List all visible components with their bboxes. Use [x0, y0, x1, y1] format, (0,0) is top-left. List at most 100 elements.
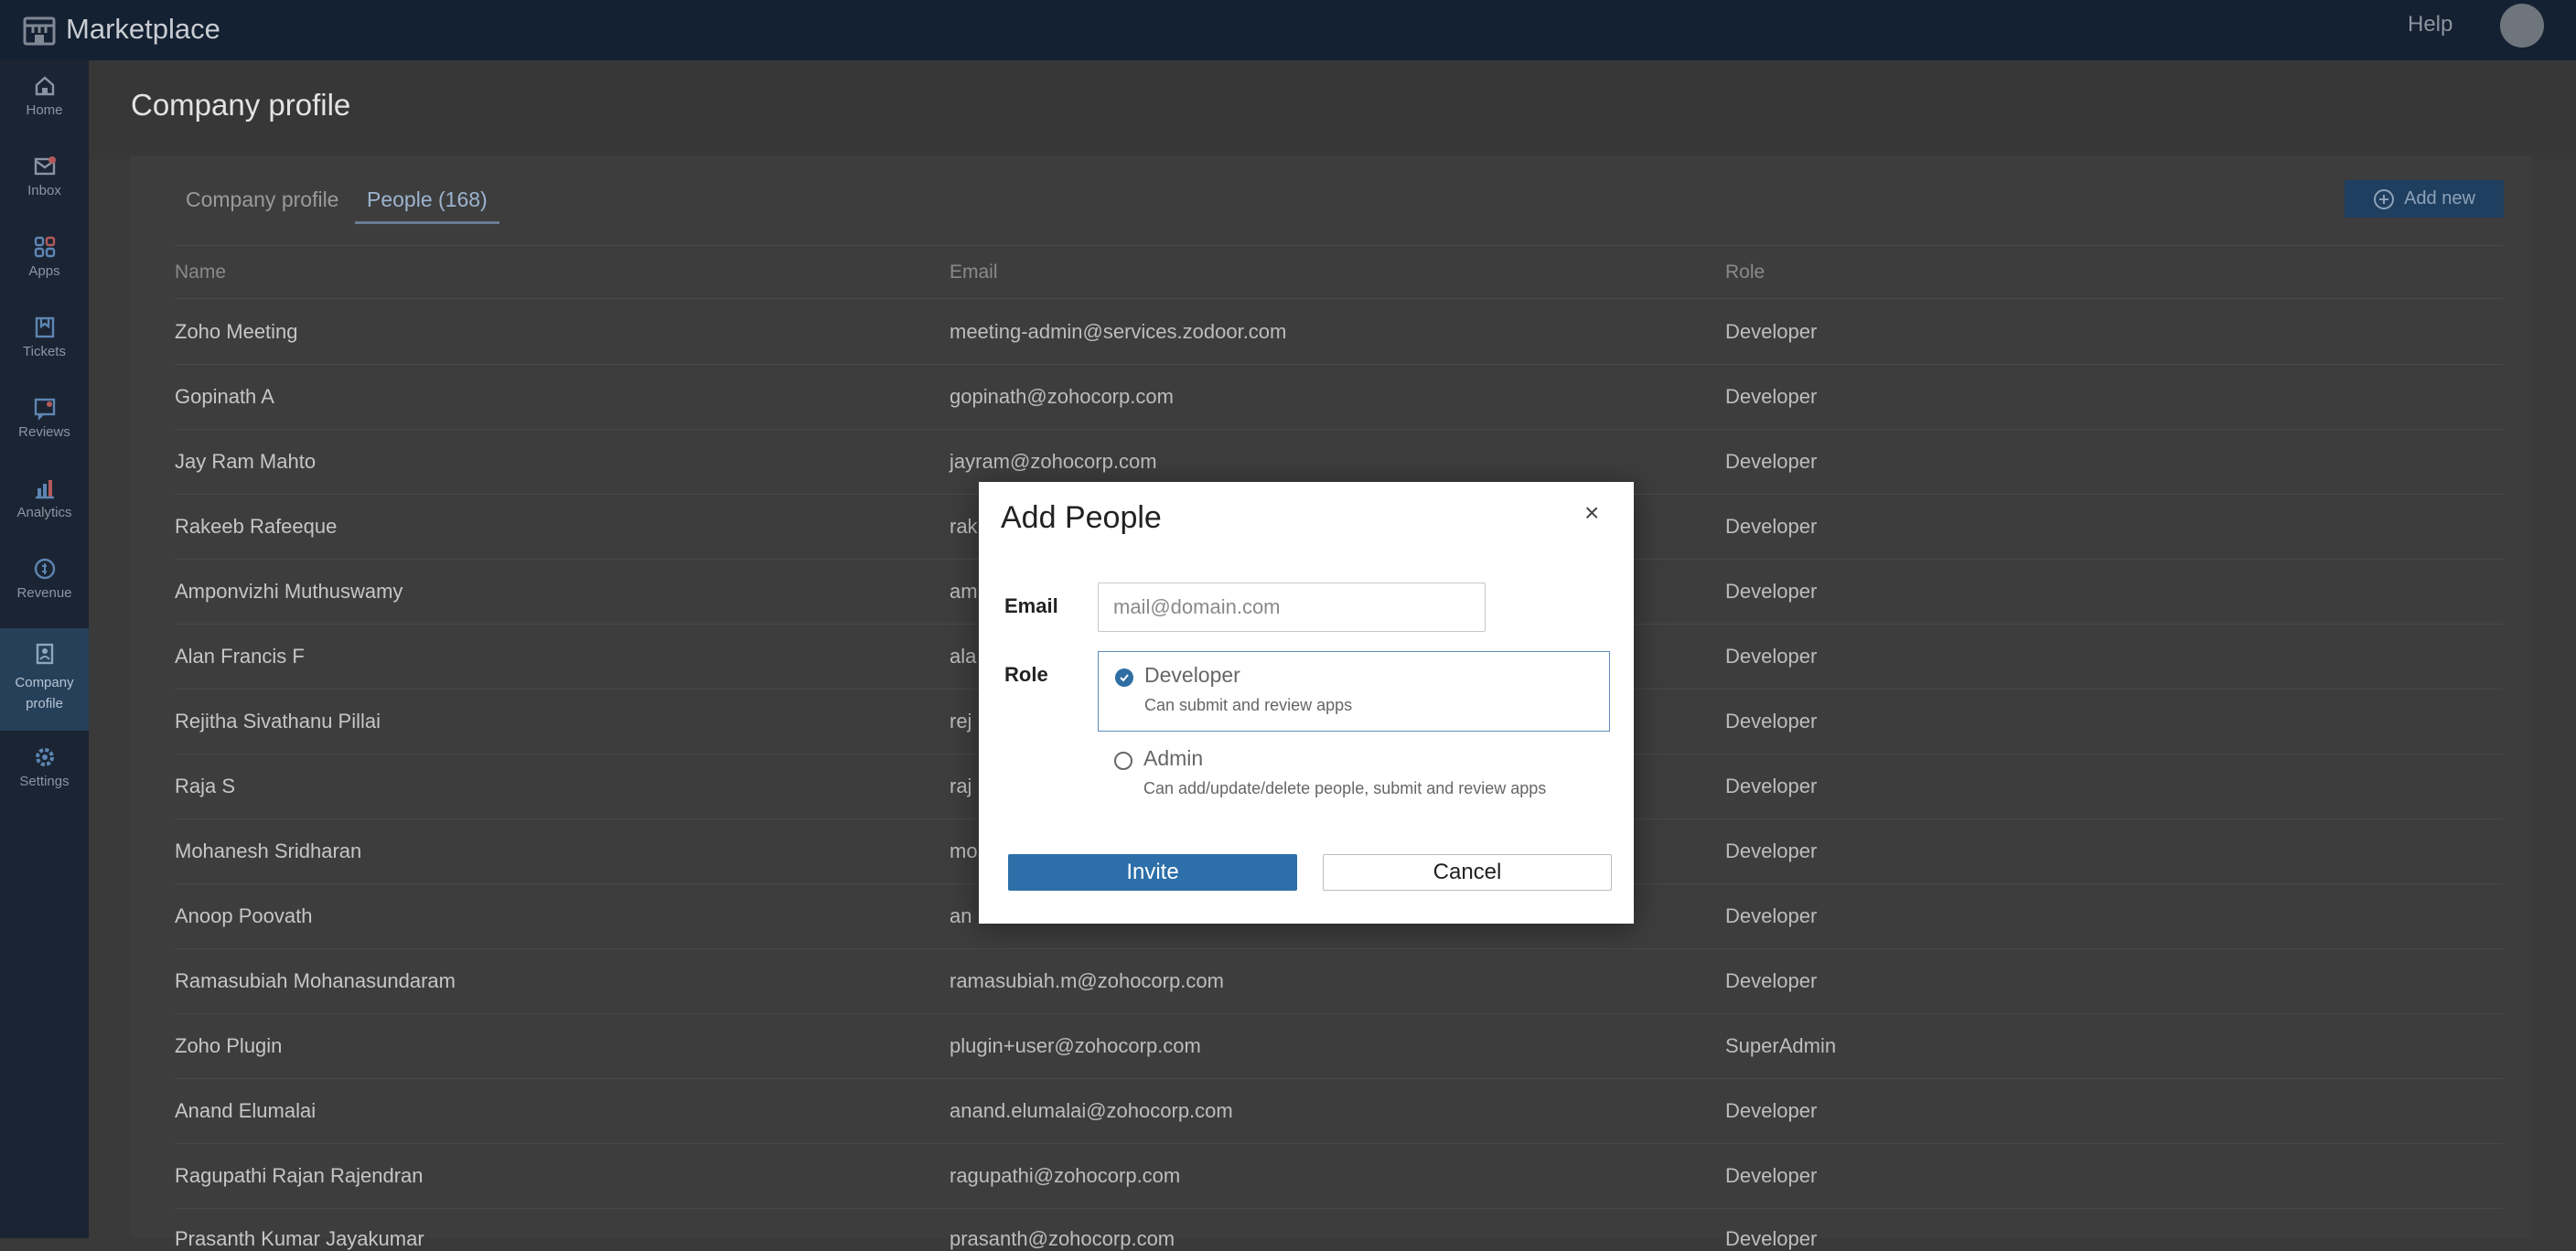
sidebar-item-label: Settings	[19, 774, 70, 789]
radio-checked-icon[interactable]	[1115, 668, 1133, 687]
inbox-icon	[34, 156, 56, 176]
cell-role: Developer	[1725, 969, 1818, 992]
cell-name: Gopinath A	[175, 385, 274, 408]
cell-role: Developer	[1725, 1099, 1818, 1122]
cell-name: Alan Francis F	[175, 645, 305, 668]
sidebar-item-apps[interactable]: Apps	[0, 234, 89, 298]
divider	[175, 948, 2503, 949]
cell-name: Amponvizhi Muthuswamy	[175, 580, 403, 603]
sidebar-item-home[interactable]: Home	[0, 73, 89, 137]
cell-email: mo	[950, 839, 978, 862]
gear-icon	[35, 748, 54, 766]
cell-email: jayram@zohocorp.com	[950, 450, 1157, 473]
column-header-name[interactable]: Name	[175, 262, 226, 283]
role-option-title: Developer	[1144, 663, 1240, 687]
role-option-description: Can submit and review apps	[1144, 696, 1353, 714]
role-label: Role	[1004, 663, 1048, 686]
sidebar-item-tickets[interactable]: Tickets	[0, 315, 89, 379]
cell-email: ragupathi@zohocorp.com	[950, 1164, 1181, 1187]
sidebar-item-settings[interactable]: Settings	[0, 744, 89, 808]
cell-name: Zoho Plugin	[175, 1034, 283, 1057]
cell-name: Mohanesh Sridharan	[175, 839, 362, 862]
cell-name: Prasanth Kumar Jayakumar	[175, 1227, 424, 1250]
role-option-description: Can add/update/delete people, submit and…	[1143, 779, 1547, 797]
sidebar-item-company-profile[interactable]: Company profile	[0, 628, 89, 731]
cell-role: Developer	[1725, 320, 1818, 343]
revenue-icon	[34, 558, 55, 580]
sidebar-item-inbox[interactable]: Inbox	[0, 154, 89, 218]
cell-role: Developer	[1725, 515, 1818, 538]
cell-role: Developer	[1725, 385, 1818, 408]
dialog-title: Add People	[1001, 500, 1162, 535]
cell-email: raj	[950, 775, 972, 797]
role-option-developer[interactable]: Developer Can submit and review apps	[1098, 651, 1610, 732]
cell-email: ramasubiah.m@zohocorp.com	[950, 969, 1224, 992]
cell-email: gopinath@zohocorp.com	[950, 385, 1174, 408]
cell-email: rej	[950, 710, 972, 732]
add-people-dialog: Add People × Email Role Developer Can su…	[979, 482, 1634, 924]
tab-company-profile[interactable]: Company profile	[186, 187, 338, 212]
cell-role: Developer	[1725, 580, 1818, 603]
cell-email: anand.elumalai@zohocorp.com	[950, 1099, 1233, 1122]
cell-name: Anoop Poovath	[175, 904, 313, 927]
divider	[175, 245, 2503, 246]
sidebar-item-label: Tickets	[23, 344, 66, 359]
divider	[175, 1013, 2503, 1014]
cell-name: Zoho Meeting	[175, 320, 298, 343]
sidebar-item-reviews[interactable]: Reviews	[0, 395, 89, 459]
home-icon	[35, 76, 54, 96]
page-title: Company profile	[131, 88, 351, 122]
sidebar-item-analytics[interactable]: Analytics	[0, 476, 89, 540]
page-header	[89, 60, 2576, 159]
top-bar: Marketplace Help	[0, 0, 2576, 60]
sidebar-item-label: Reviews	[18, 424, 70, 440]
avatar[interactable]	[2500, 4, 2544, 48]
email-field[interactable]	[1098, 583, 1486, 632]
divider	[175, 1143, 2503, 1144]
brand-title[interactable]: Marketplace	[66, 13, 220, 46]
cell-name: Ramasubiah Mohanasundaram	[175, 969, 456, 992]
add-new-label: Add new	[2404, 188, 2475, 208]
add-new-button[interactable]: Add new	[2345, 180, 2504, 218]
cell-role: Developer	[1725, 1164, 1818, 1187]
divider	[175, 1078, 2503, 1079]
review-icon	[34, 398, 55, 421]
invite-button[interactable]: Invite	[1008, 854, 1297, 891]
store-icon[interactable]	[20, 11, 59, 49]
cell-name: Jay Ram Mahto	[175, 450, 317, 473]
role-option-admin[interactable]: Admin Can add/update/delete people, subm…	[1098, 735, 1610, 816]
sidebar-item-label: Home	[26, 102, 63, 118]
cell-role: Developer	[1725, 710, 1818, 732]
cell-role: Developer	[1725, 645, 1818, 668]
cell-email: am	[950, 580, 978, 603]
sidebar-item-label: Company profile	[15, 675, 74, 711]
sidebar-item-label: Revenue	[16, 585, 72, 601]
radio-unchecked-icon[interactable]	[1114, 752, 1132, 770]
cell-role: Developer	[1725, 1227, 1818, 1250]
cell-role: Developer	[1725, 904, 1818, 927]
column-header-role[interactable]: Role	[1725, 262, 1765, 283]
apps-grid-icon	[34, 236, 55, 258]
cancel-button[interactable]: Cancel	[1323, 854, 1612, 891]
column-header-email[interactable]: Email	[950, 262, 998, 283]
sidebar-item-revenue[interactable]: Revenue	[0, 556, 89, 620]
cell-role: Developer	[1725, 839, 1818, 862]
divider	[175, 298, 2503, 299]
cell-role: Developer	[1725, 775, 1818, 797]
tab-people[interactable]: People (168)	[355, 187, 499, 224]
sidebar-item-label: Analytics	[16, 505, 72, 520]
cell-email: rak	[950, 515, 978, 538]
email-label: Email	[1004, 594, 1058, 617]
profile-icon	[36, 643, 53, 665]
divider	[175, 1208, 2503, 1209]
help-link[interactable]: Help	[2408, 12, 2453, 37]
sidebar: Home Inbox Apps Tickets Reviews Analytic…	[0, 60, 89, 1238]
close-icon[interactable]: ×	[1584, 498, 1599, 528]
cell-role: Developer	[1725, 450, 1818, 473]
cell-email: prasanth@zohocorp.com	[950, 1227, 1175, 1250]
sidebar-item-label: Inbox	[27, 183, 61, 198]
cell-email: ala	[950, 645, 977, 668]
divider	[175, 364, 2503, 365]
plus-circle-icon	[2374, 188, 2395, 209]
cell-email: plugin+user@zohocorp.com	[950, 1034, 1201, 1057]
